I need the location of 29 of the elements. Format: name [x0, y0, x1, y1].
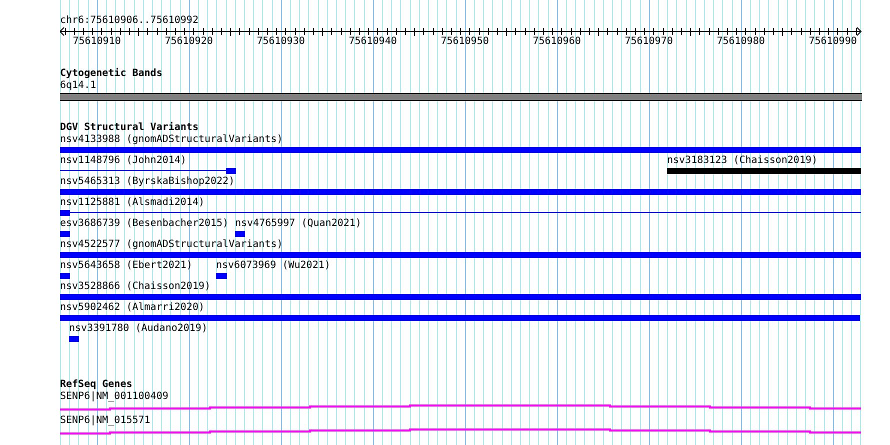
- ruler-label: 75610920: [164, 36, 213, 47]
- ruler-label: 75610970: [624, 36, 673, 47]
- variant-label: nsv4522577 (gnomADStructuralVariants): [60, 239, 283, 251]
- gene-label: SENP6|NM_015571: [60, 415, 150, 427]
- variant-label: nsv3183123 (Chaisson2019): [667, 155, 818, 167]
- variant-label: nsv4133988 (gnomADStructuralVariants): [60, 134, 283, 146]
- track-title: DGV Structural Variants: [60, 122, 198, 134]
- variant-label: nsv3391780 (Audano2019): [69, 323, 208, 335]
- ruler-label: 75610950: [440, 36, 489, 47]
- track-title: Cytogenetic Bands: [60, 68, 162, 80]
- ruler-label: 75610960: [532, 36, 581, 47]
- gene-label: SENP6|NM_001100409: [60, 391, 168, 403]
- variant-label: nsv1148796 (John2014): [60, 155, 186, 167]
- variant-label: nsv5465313 (ByrskaBishop2022): [60, 176, 235, 188]
- variant-label: esv3686739 (Besenbacher2015): [60, 218, 229, 230]
- ruler-label: 75610980: [716, 36, 765, 47]
- variant-label: nsv5902462 (Almarri2020): [60, 302, 204, 314]
- ruler-label: 75610990: [808, 36, 857, 47]
- band-label: 6q14.1: [60, 80, 96, 92]
- track-title: RefSeq Genes: [60, 379, 132, 391]
- location-label: chr6:75610906..75610992: [60, 15, 200, 27]
- variant-label: nsv6073969 (Wu2021): [216, 260, 330, 272]
- variant-label: nsv3528866 (Chaisson2019): [60, 281, 211, 293]
- variant-label: nsv5643658 (Ebert2021): [60, 260, 192, 272]
- ruler-label: 75610940: [348, 36, 397, 47]
- ruler-label: 75610910: [72, 36, 121, 47]
- variant-label: nsv4765997 (Quan2021): [235, 218, 362, 230]
- variant-label: nsv1125881 (Alsmadi2014): [60, 197, 204, 209]
- ruler-label: 75610930: [256, 36, 305, 47]
